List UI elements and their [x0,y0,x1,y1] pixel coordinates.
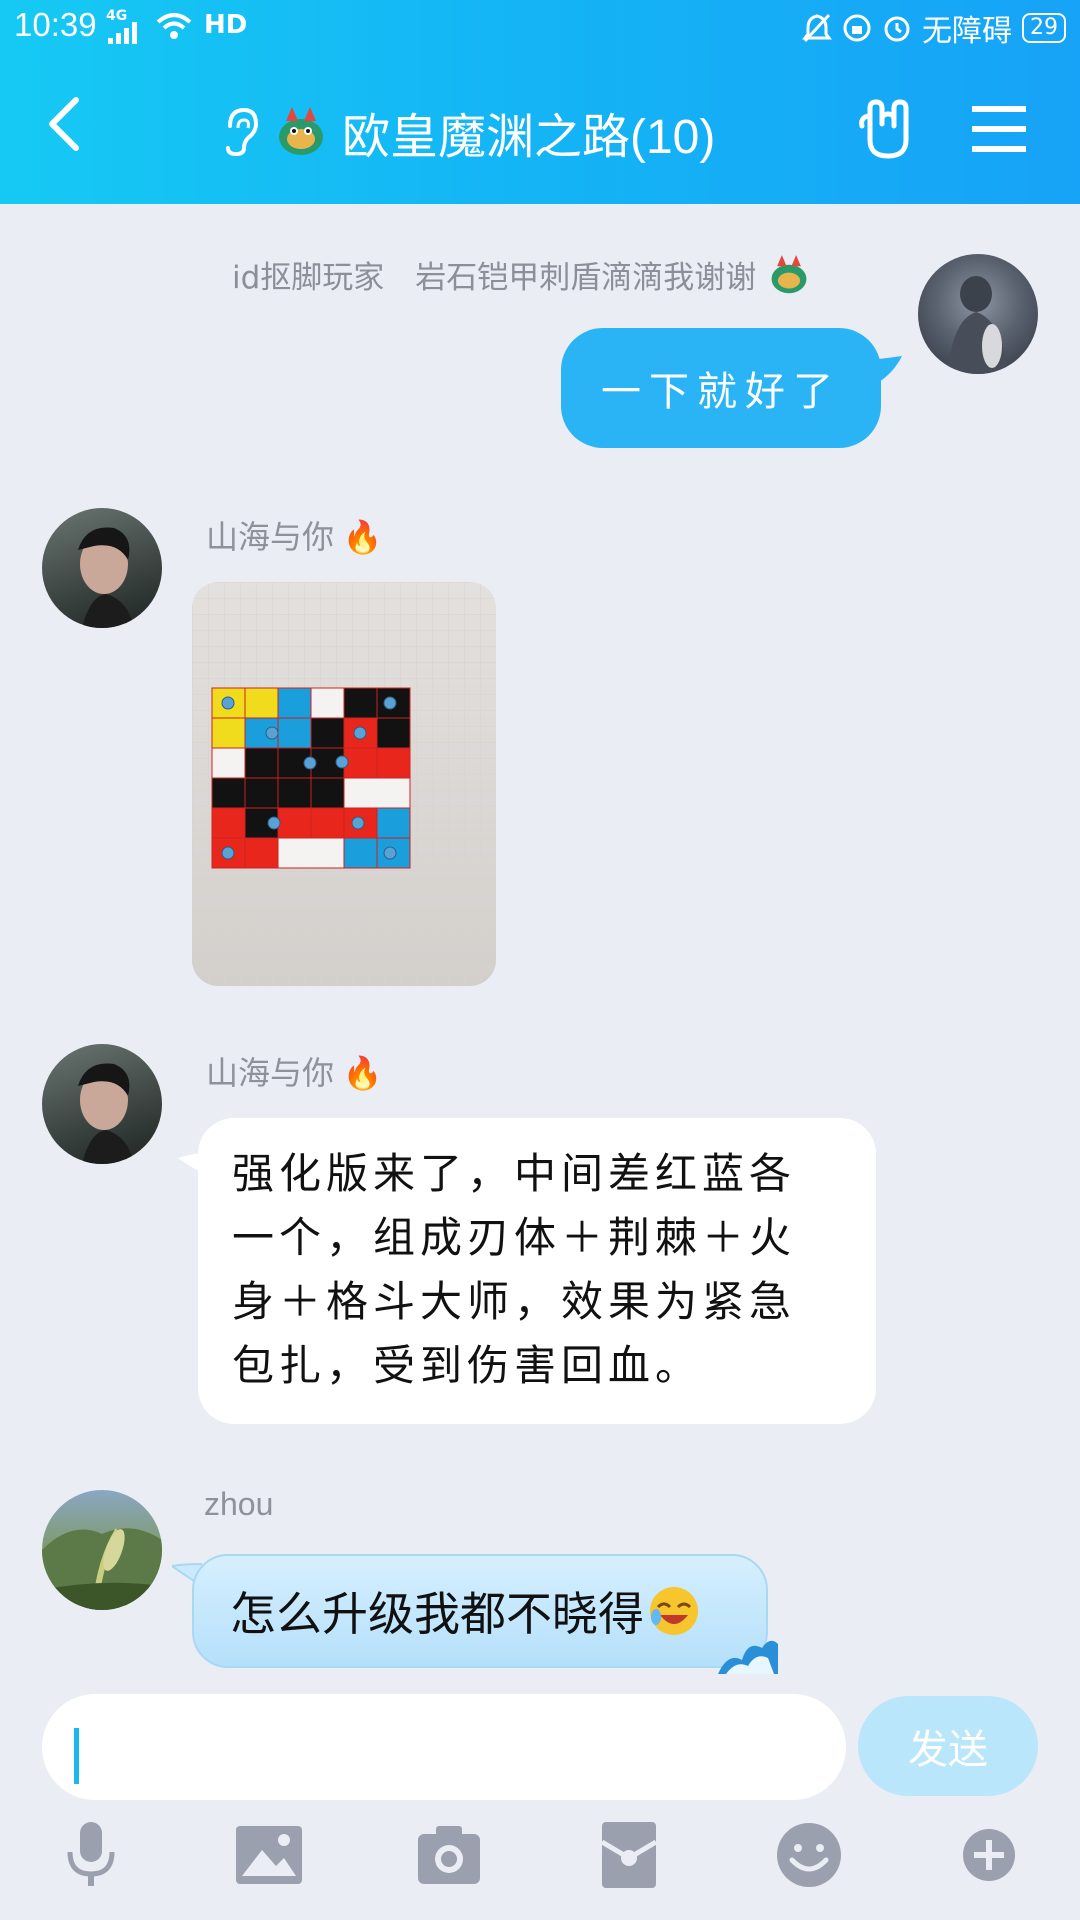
back-arrow-icon[interactable] [44,94,84,154]
puzzle-board-photo [192,582,496,986]
armored-figure-image [948,276,1008,374]
chat-title: 欧皇魔渊之路(10) [342,111,716,164]
image-icon[interactable] [232,1818,306,1892]
message-line: 身＋格斗大师，效果为紧急 [232,1277,797,1326]
rock-hand-icon[interactable] [858,96,924,162]
emoji-icon[interactable] [772,1818,846,1892]
signal-icon [108,22,137,44]
message-line: 强化版来了，中间差红蓝各 [232,1149,797,1198]
sender-name: 山海与你 [206,519,335,555]
fire-icon: 🔥 [342,1055,383,1091]
ear-icon[interactable] [220,106,260,158]
incoming-message[interactable]: 怎么升级我都不晓得 [192,1554,778,1674]
plus-icon[interactable] [952,1818,1026,1892]
dragon-emoji-icon [771,255,807,294]
text-caret [74,1728,79,1784]
outgoing-message[interactable]: 一下就好了 [561,328,881,448]
my-avatar[interactable] [918,254,1038,374]
menu-icon[interactable] [966,96,1032,162]
lock-rotation-icon [843,14,871,42]
sender-avatar[interactable] [42,1490,162,1610]
mute-bell-icon [802,13,832,43]
send-button[interactable]: 发送 [858,1696,1038,1796]
laughing-emoji-icon [650,1587,698,1635]
sender-name-row: 山海与你 🔥 [206,1048,383,1094]
microphone-icon[interactable] [54,1818,128,1892]
battery-indicator: 29 [1022,13,1066,43]
system-message-text: id抠脚玩家 岩石铠甲刺盾滴滴我谢谢 [232,260,757,296]
sender-name: 山海与你 [206,1055,335,1091]
fire-icon: 🔥 [342,519,383,555]
alarm-icon [884,16,910,42]
status-bar: 10:39 4G HD 无障碍 29 [0,0,1080,56]
incoming-message[interactable]: 强化版来了，中间差红蓝各 一个，组成刃体＋荆棘＋火 身＋格斗大师，效果为紧急 包… [198,1118,876,1424]
chat-title-group[interactable]: 欧皇魔渊之路(10) [220,96,715,168]
accessibility-label: 无障碍 [922,14,1012,49]
portrait-image [78,1063,134,1164]
image-message[interactable] [192,582,496,986]
sender-name-row: 山海与你 🔥 [206,512,383,558]
status-time: 10:39 [14,6,97,43]
message-input[interactable] [42,1694,846,1800]
top-bar: 10:39 4G HD 无障碍 29 欧皇魔渊之路(10) [0,0,1080,204]
camera-icon[interactable] [412,1818,486,1892]
dragon-emoji-icon [279,107,323,155]
wifi-icon [156,13,192,39]
grass-landscape-image [42,1528,162,1610]
sender-avatar[interactable] [42,1044,162,1164]
portrait-image [78,527,134,628]
message-text: 怎么升级我都不晓得 [230,1587,644,1641]
sender-avatar[interactable] [42,508,162,628]
system-message: id抠脚玩家 岩石铠甲刺盾滴滴我谢谢 [232,252,812,298]
message-line: 一个，组成刃体＋荆棘＋火 [232,1213,797,1262]
wave-decoration-icon [718,1640,778,1674]
red-packet-icon[interactable] [592,1818,666,1892]
message-line: 包扎，受到伤害回血。 [232,1341,703,1390]
sender-name: zhou [204,1486,274,1522]
hd-label: HD [204,10,248,40]
